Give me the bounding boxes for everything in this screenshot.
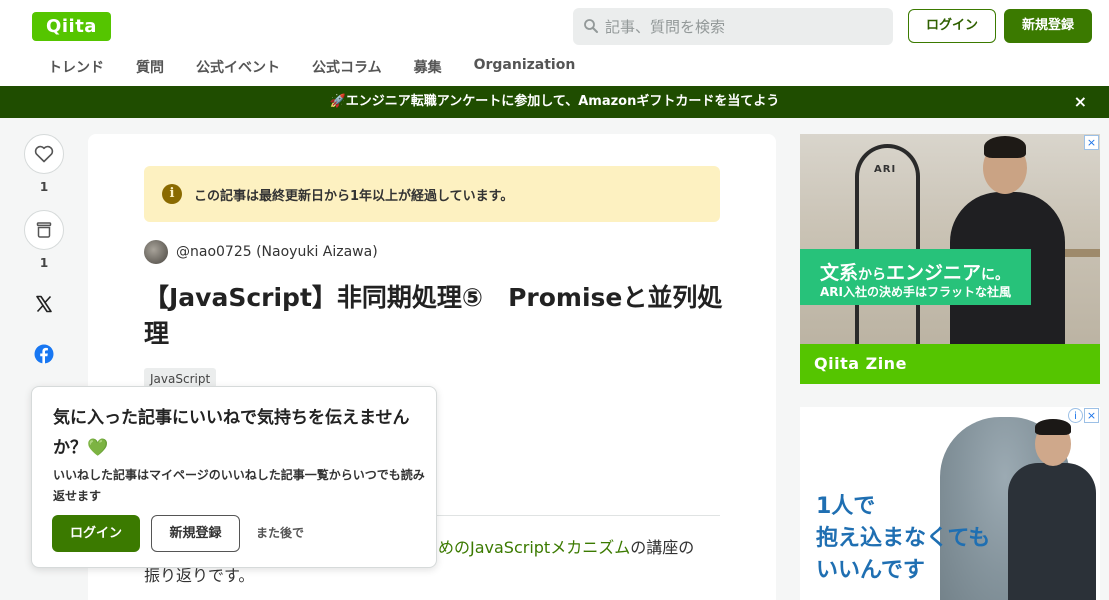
avatar[interactable] — [144, 240, 168, 264]
banner-close-icon[interactable]: × — [1074, 86, 1087, 118]
ad-banner-2[interactable]: 1人で 抱え込まなくても いいんです i × — [800, 407, 1100, 600]
nav-item-events[interactable]: 公式イベント — [180, 52, 296, 80]
ad-close-icon[interactable]: × — [1084, 135, 1099, 150]
nav-item-organization[interactable]: Organization — [458, 52, 592, 80]
nav-item-trend[interactable]: トレンド — [32, 52, 120, 80]
qiita-logo[interactable]: Qiita — [32, 12, 111, 41]
main-nav: トレンド 質問 公式イベント 公式コラム 募集 Organization — [32, 52, 591, 80]
info-icon: i — [162, 184, 182, 204]
article-title: 【JavaScript】非同期処理⑤ Promiseと並列処理 — [144, 283, 723, 348]
campaign-banner[interactable]: 🚀エンジニア転職アンケートに参加して、Amazonギフトカードを当てよう × — [0, 86, 1109, 118]
outdated-notice-text: この記事は最終更新日から1年以上が経過しています。 — [194, 188, 514, 204]
signup-button[interactable]: 新規登録 — [1004, 9, 1092, 43]
banner-text[interactable]: 🚀エンジニア転職アンケートに参加して、Amazonギフトカードを当てよう — [330, 94, 780, 109]
like-button[interactable] — [24, 134, 64, 174]
like-count: 1 — [39, 180, 49, 194]
ad-subline: ARI入社の決め手はフラットな社風 — [820, 285, 1011, 299]
stock-button[interactable] — [24, 210, 64, 250]
ad-person-hair — [984, 136, 1026, 158]
ad-man-hair — [1035, 419, 1071, 435]
heart-icon — [34, 145, 54, 163]
popup-body: いいねした記事はマイページのいいねした記事一覧からいつでも読み返せます — [53, 468, 425, 503]
qiita-zine-logo: Qiita Zine — [814, 354, 907, 373]
ad2-headline: 1人で 抱え込まなくても いいんです — [816, 494, 991, 583]
x-share-icon[interactable] — [34, 294, 54, 314]
search-input[interactable] — [605, 8, 885, 45]
ad-qiita-zine[interactable]: ARI 文系からエンジニアに。 ARI入社の決め手はフラットな社風 Qiita … — [800, 134, 1100, 384]
popup-later-button[interactable]: また後で — [256, 515, 304, 552]
search-box[interactable] — [573, 8, 893, 45]
ad-man-body — [1008, 463, 1096, 600]
nav-item-questions[interactable]: 質問 — [120, 52, 180, 80]
ad-headline: 文系からエンジニアに。 — [820, 262, 1010, 284]
course-link[interactable]: めのJavaScriptメカニズム — [438, 538, 630, 557]
article-actions: 1 1 — [24, 134, 64, 368]
ad-brand-bar: Qiita Zine — [800, 344, 1100, 384]
search-icon — [584, 19, 598, 33]
body-text-1: の講座の — [630, 538, 695, 557]
author-name[interactable]: @nao0725 (Naoyuki Aizawa) — [176, 244, 378, 260]
facebook-share-icon[interactable] — [34, 344, 54, 364]
outdated-notice: i この記事は最終更新日から1年以上が経過しています。 — [144, 166, 720, 222]
ad-info-icon[interactable]: i — [1068, 408, 1083, 423]
author[interactable]: @nao0725 (Naoyuki Aizawa) — [144, 240, 378, 264]
nav-item-columns[interactable]: 公式コラム — [296, 52, 398, 80]
popup-login-button[interactable]: ログイン — [52, 515, 140, 552]
ad-close-icon[interactable]: × — [1084, 408, 1099, 423]
ad-sign-text: ARI — [874, 164, 897, 175]
stock-count: 1 — [39, 256, 49, 270]
nav-item-recruit[interactable]: 募集 — [398, 52, 458, 80]
popup-signup-button[interactable]: 新規登録 — [151, 515, 240, 552]
like-prompt-popup: 気に入った記事にいいねで気持ちを伝えませんか？💚 いいねした記事はマイページのい… — [31, 386, 437, 568]
login-button[interactable]: ログイン — [908, 9, 996, 43]
stock-icon — [36, 222, 52, 238]
site-header: Qiita ログイン 新規登録 トレンド 質問 公式イベント 公式コラム 募集 … — [0, 0, 1109, 86]
popup-heading: 気に入った記事にいいねで気持ちを伝えませんか？💚 — [53, 408, 410, 458]
